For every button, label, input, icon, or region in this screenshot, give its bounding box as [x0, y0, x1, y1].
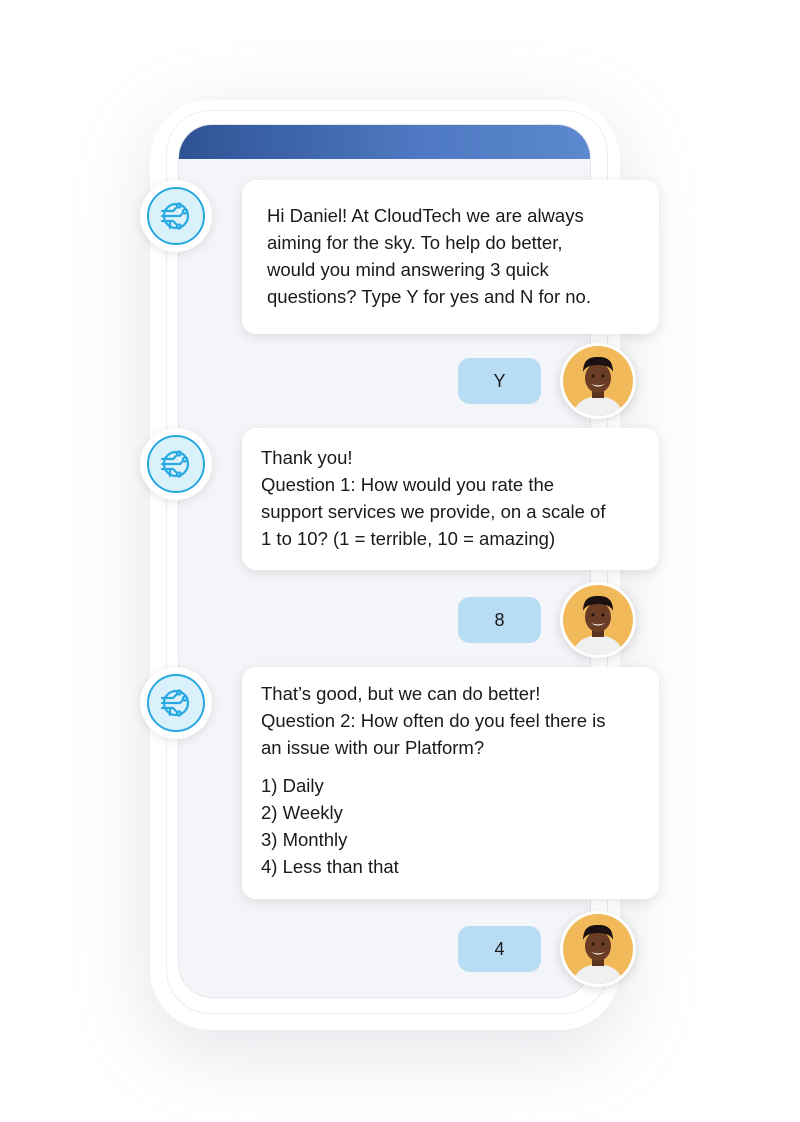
user-reply-bubble: 8 [458, 597, 541, 643]
message-text-line: 1 to 10? (1 = terrible, 10 = amazing) [261, 528, 556, 549]
bot-message-bubble: Hi Daniel! At CloudTech we are always ai… [242, 180, 659, 334]
bot-avatar [140, 667, 212, 739]
bot-avatar [140, 180, 212, 252]
user-avatar [560, 343, 636, 419]
option-item: 3) Monthly [261, 829, 348, 850]
user-avatar [560, 911, 636, 987]
message-text-line: an issue with our Platform? [261, 737, 485, 758]
chat-header-bar [179, 125, 590, 159]
reply-text: 8 [494, 609, 505, 630]
circuit-icon [147, 674, 205, 732]
option-item: 4) Less than that [261, 856, 399, 877]
message-text-line: aiming for the sky. To help do better, [267, 232, 563, 253]
message-text-line: Question 1: How would you rate the [261, 474, 555, 495]
reply-text: 4 [494, 938, 505, 959]
message-text-line: That’s good, but we can do better! [261, 683, 541, 704]
option-item: 1) Daily [261, 775, 324, 796]
user-reply-bubble: Y [458, 358, 541, 404]
message-text-line: Hi Daniel! At CloudTech we are always [267, 205, 584, 226]
stage: Hi Daniel! At CloudTech we are always ai… [0, 0, 800, 1122]
message-text-line: support services we provide, on a scale … [261, 501, 606, 522]
option-item: 2) Weekly [261, 802, 343, 823]
bot-message-bubble: Thank you! Question 1: How would you rat… [242, 428, 659, 570]
message-text-line: Question 2: How often do you feel there … [261, 710, 606, 731]
user-avatar [560, 582, 636, 658]
circuit-icon [147, 187, 205, 245]
bot-avatar [140, 428, 212, 500]
message-text-line: Thank you! [261, 447, 353, 468]
user-reply-bubble: 4 [458, 926, 541, 972]
circuit-icon [147, 435, 205, 493]
bot-message-bubble: That’s good, but we can do better! Quest… [242, 667, 659, 899]
message-text-line: questions? Type Y for yes and N for no. [267, 286, 591, 307]
reply-text: Y [493, 370, 506, 391]
message-text-line: would you mind answering 3 quick [267, 259, 549, 280]
